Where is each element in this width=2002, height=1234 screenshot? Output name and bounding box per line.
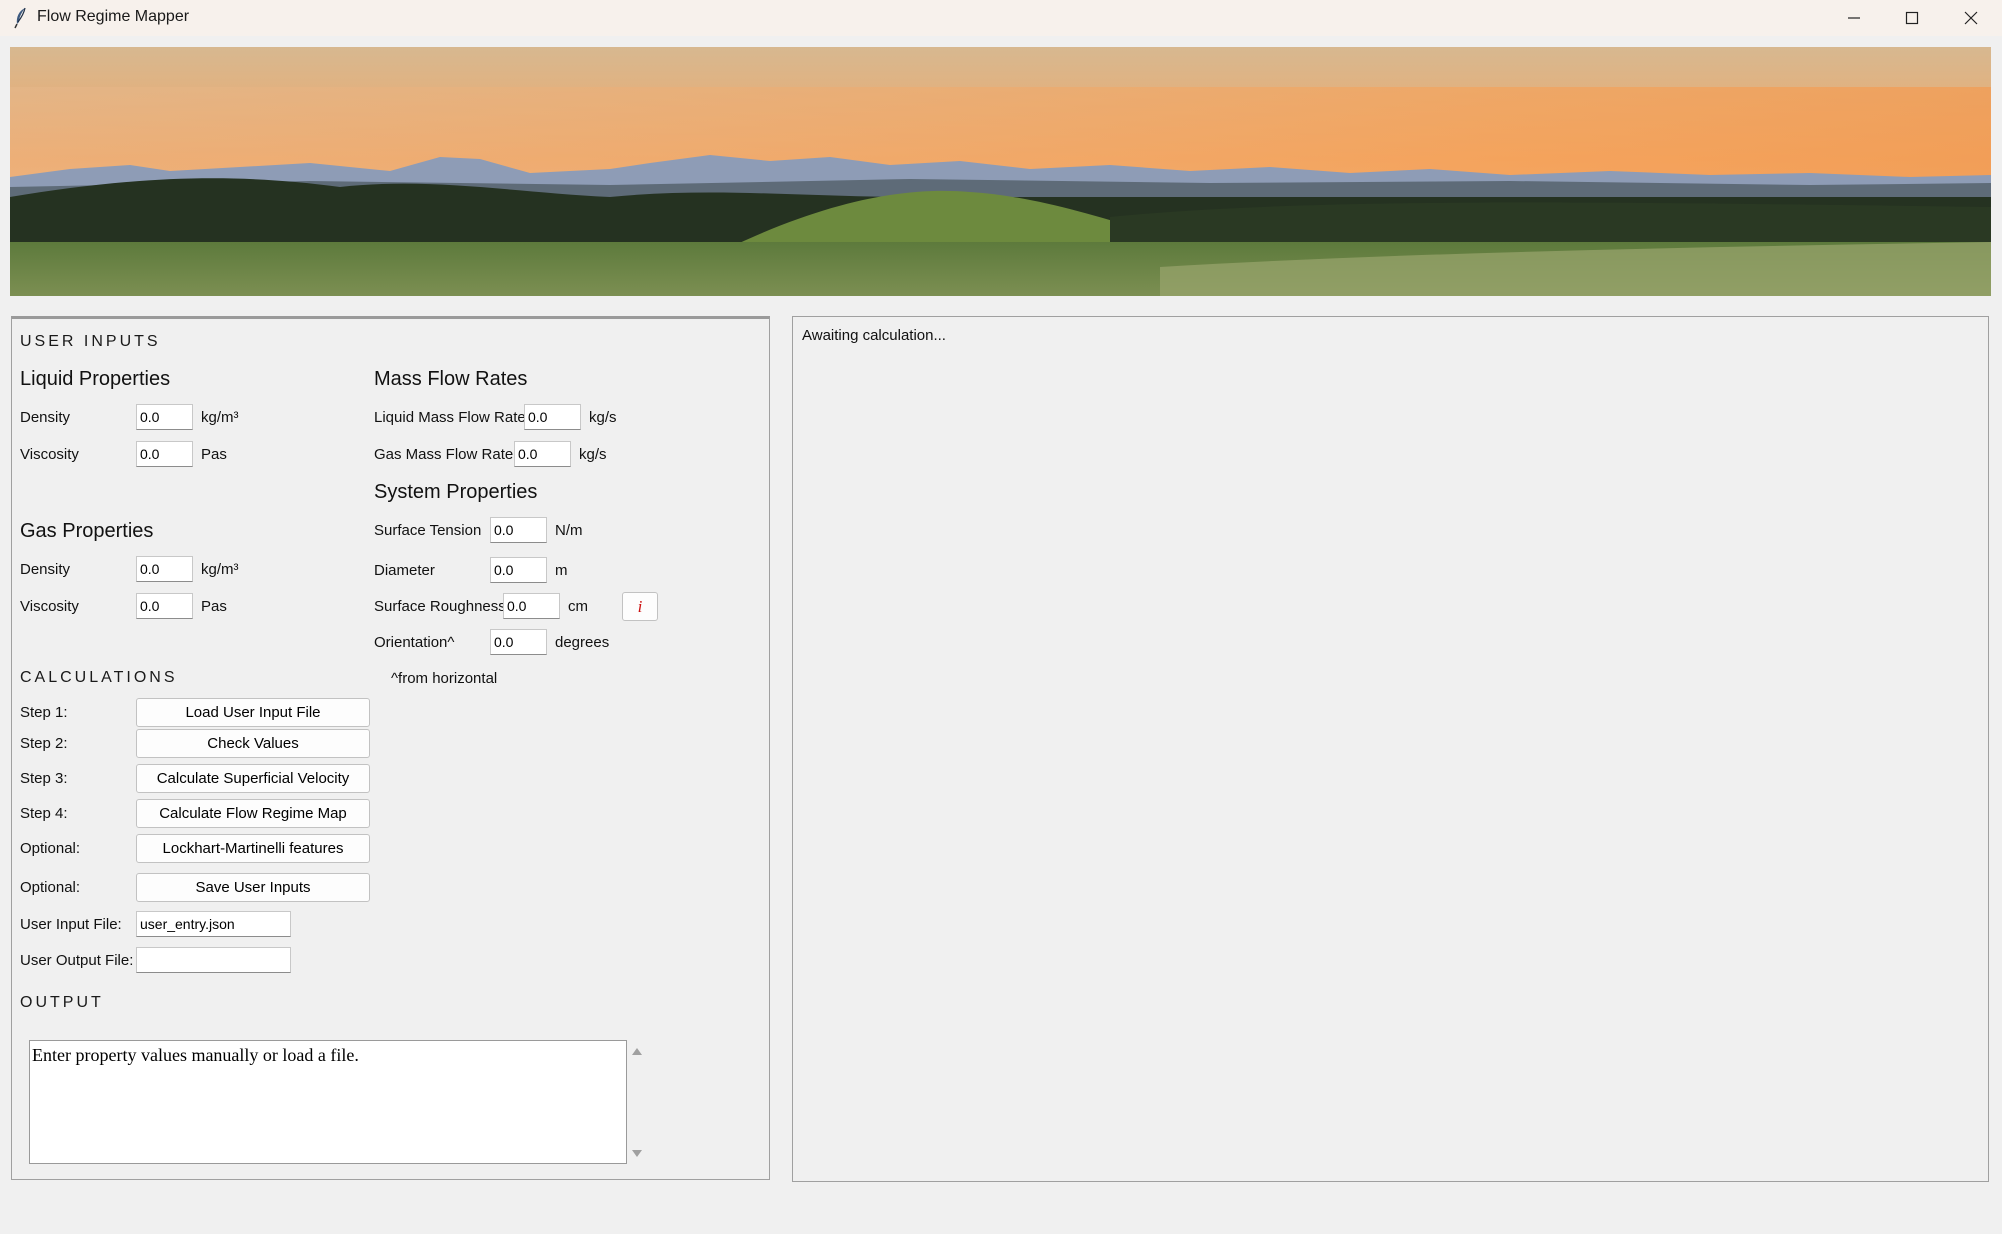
orientation-unit: degrees xyxy=(555,634,610,651)
liquid-viscosity-unit: Pas xyxy=(201,446,227,463)
surface-roughness-input[interactable] xyxy=(503,593,560,619)
liquid-mass-flow-input[interactable] xyxy=(524,404,581,430)
diameter-input[interactable] xyxy=(490,557,547,583)
liquid-mass-flow-unit: kg/s xyxy=(589,409,617,426)
diameter-unit: m xyxy=(555,562,568,579)
gas-density-unit: kg/m³ xyxy=(201,561,239,578)
orientation-note: ^from horizontal xyxy=(391,670,498,687)
maximize-button[interactable] xyxy=(1883,0,1941,36)
save-user-inputs-button[interactable]: Save User Inputs xyxy=(136,873,370,902)
user-input-file-field[interactable] xyxy=(136,911,291,937)
gas-density-label: Density xyxy=(20,561,71,578)
gas-mass-flow-unit: kg/s xyxy=(579,446,607,463)
title-bar xyxy=(0,0,2002,36)
check-values-button[interactable]: Check Values xyxy=(136,729,370,758)
surface-tension-unit: N/m xyxy=(555,522,583,539)
output-section-label: OUTPUT xyxy=(20,994,104,1011)
liquid-density-label: Density xyxy=(20,409,71,426)
gas-viscosity-input[interactable] xyxy=(136,593,193,619)
step-2-label: Step 2: xyxy=(20,735,68,752)
optional-label-2: Optional: xyxy=(20,879,81,896)
window-title: Flow Regime Mapper xyxy=(37,8,190,25)
step-3-label: Step 3: xyxy=(20,770,68,787)
roughness-info-button[interactable]: i xyxy=(622,592,658,621)
load-user-input-file-button[interactable]: Load User Input File xyxy=(136,698,370,727)
flow-regime-plot-panel xyxy=(792,316,1989,1182)
surface-roughness-label: Surface Roughness xyxy=(374,598,506,615)
optional-label-1: Optional: xyxy=(20,840,81,857)
maximize-icon xyxy=(1905,11,1919,25)
step-4-label: Step 4: xyxy=(20,805,68,822)
close-button[interactable] xyxy=(1942,0,2000,36)
liquid-properties-heading: Liquid Properties xyxy=(20,368,171,390)
plot-status-text: Awaiting calculation... xyxy=(802,327,946,344)
diameter-label: Diameter xyxy=(374,562,435,579)
liquid-density-input[interactable] xyxy=(136,404,193,430)
orientation-label: Orientation^ xyxy=(374,634,455,651)
user-output-file-field[interactable] xyxy=(136,947,291,973)
liquid-viscosity-label: Viscosity xyxy=(20,446,79,463)
system-properties-heading: System Properties xyxy=(374,481,538,503)
gas-properties-heading: Gas Properties xyxy=(20,520,154,542)
close-icon xyxy=(1964,11,1978,25)
liquid-viscosity-input[interactable] xyxy=(136,441,193,467)
surface-roughness-unit: cm xyxy=(568,598,588,615)
gas-density-input[interactable] xyxy=(136,556,193,582)
minimize-icon xyxy=(1848,17,1860,19)
calculate-flow-regime-map-button[interactable]: Calculate Flow Regime Map xyxy=(136,799,370,828)
calculations-section-label: CALCULATIONS xyxy=(20,669,178,686)
liquid-density-unit: kg/m³ xyxy=(201,409,239,426)
gas-viscosity-label: Viscosity xyxy=(20,598,79,615)
scroll-up-icon[interactable] xyxy=(630,1045,644,1057)
gas-viscosity-unit: Pas xyxy=(201,598,227,615)
info-icon: i xyxy=(637,596,643,616)
surface-tension-label: Surface Tension xyxy=(374,522,482,539)
output-text-area[interactable]: Enter property values manually or load a… xyxy=(29,1040,627,1164)
user-inputs-section-label: USER INPUTS xyxy=(20,333,161,350)
orientation-input[interactable] xyxy=(490,629,547,655)
gas-mass-flow-input[interactable] xyxy=(514,441,571,467)
landscape-banner-image xyxy=(10,47,1991,296)
lockhart-martinelli-button[interactable]: Lockhart-Martinelli features xyxy=(136,834,370,863)
gas-mass-flow-label: Gas Mass Flow Rate xyxy=(374,446,514,463)
mass-flow-rates-heading: Mass Flow Rates xyxy=(374,368,528,390)
user-input-file-label: User Input File: xyxy=(20,916,122,933)
feather-app-icon xyxy=(14,7,26,29)
liquid-mass-flow-label: Liquid Mass Flow Rate xyxy=(374,409,526,426)
scroll-down-icon[interactable] xyxy=(630,1148,644,1160)
minimize-button[interactable] xyxy=(1825,0,1883,36)
calculate-superficial-velocity-button[interactable]: Calculate Superficial Velocity xyxy=(136,764,370,793)
surface-tension-input[interactable] xyxy=(490,517,547,543)
user-output-file-label: User Output File: xyxy=(20,952,134,969)
step-1-label: Step 1: xyxy=(20,704,68,721)
